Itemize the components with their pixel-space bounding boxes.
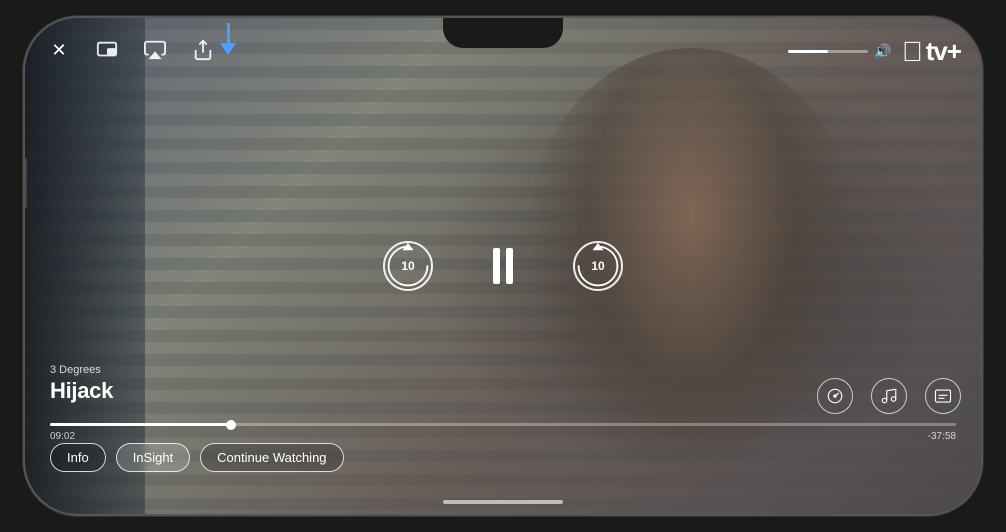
info-pill-button[interactable]: Info: [50, 443, 106, 472]
volume-icon: 🔊: [874, 43, 891, 60]
subtitles-button[interactable]: [925, 378, 961, 414]
right-icons: [817, 378, 961, 414]
pause-button[interactable]: [493, 248, 513, 284]
forward-button[interactable]: 10: [573, 241, 623, 291]
show-title: Hijack: [50, 378, 113, 404]
forward-label: 10: [591, 259, 604, 273]
audio-button[interactable]: [871, 378, 907, 414]
appletv-logo:  tv+: [902, 36, 961, 67]
close-button[interactable]: ✕: [45, 36, 73, 64]
volume-track: [788, 50, 868, 53]
progress-container[interactable]: [50, 423, 956, 426]
phone-frame: ✕: [23, 16, 983, 516]
remaining-time: -37:58: [928, 431, 956, 442]
home-indicator: [443, 500, 563, 504]
volume-fill: [788, 50, 828, 53]
ui-overlay: ✕: [25, 18, 981, 514]
arrow-head: [220, 43, 236, 55]
appletv-area: 🔊  tv+: [788, 36, 961, 67]
episode-label: 3 Degrees: [50, 364, 113, 376]
continue-watching-pill-button[interactable]: Continue Watching: [200, 443, 343, 472]
progress-track[interactable]: [50, 423, 956, 426]
center-controls: 10 10: [383, 241, 623, 291]
phone-wrapper: ✕: [0, 0, 1006, 532]
arrow-shaft: [227, 23, 230, 43]
share-button[interactable]: [189, 36, 217, 64]
speed-button[interactable]: [817, 378, 853, 414]
top-icons: [93, 36, 217, 64]
apple-symbol: : [902, 38, 923, 66]
title-info: 3 Degrees Hijack: [50, 364, 113, 404]
tv-plus-text: tv+: [926, 36, 961, 67]
progress-fill: [50, 423, 231, 426]
insight-pill-button[interactable]: InSight: [116, 443, 190, 472]
rewind-button[interactable]: 10: [383, 241, 433, 291]
bottom-pills: Info InSight Continue Watching: [50, 443, 344, 472]
volume-bar: 🔊: [788, 43, 891, 60]
pause-bar-right: [506, 248, 513, 284]
current-time: 09:02: [50, 431, 75, 442]
time-labels: 09:02 -37:58: [50, 431, 956, 442]
pip-button[interactable]: [93, 36, 121, 64]
pause-bar-left: [493, 248, 500, 284]
blue-arrow-indicator: [220, 23, 236, 55]
airplay-button[interactable]: [141, 36, 169, 64]
phone-notch: [443, 18, 563, 48]
rewind-label: 10: [401, 259, 414, 273]
